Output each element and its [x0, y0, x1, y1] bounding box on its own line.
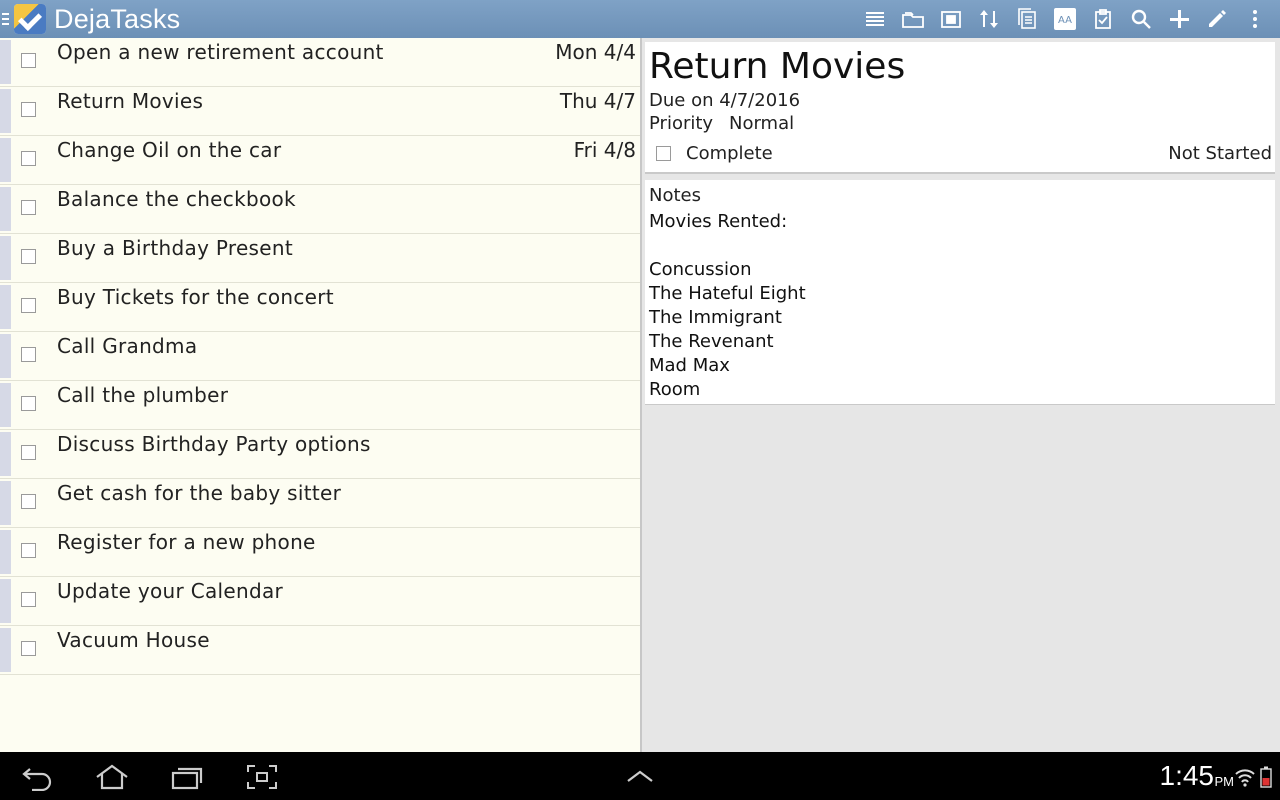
- notes-text: Movies Rented: Concussion The Hateful Ei…: [649, 211, 806, 400]
- copy-icon[interactable]: [932, 0, 970, 38]
- task-checkbox[interactable]: [21, 592, 36, 607]
- task-title: Call Grandma: [57, 334, 198, 358]
- task-checkbox[interactable]: [21, 151, 36, 166]
- drag-handle[interactable]: [0, 187, 11, 231]
- task-due-date: Thu 4/7: [559, 89, 636, 113]
- drag-handle[interactable]: [0, 40, 11, 84]
- task-checkbox[interactable]: [21, 53, 36, 68]
- drag-handle[interactable]: [0, 481, 11, 525]
- battery-icon: [1260, 766, 1272, 788]
- task-checkbox[interactable]: [21, 102, 36, 117]
- task-row[interactable]: Open a new retirement account Mon 4/4: [0, 38, 640, 87]
- task-row[interactable]: Change Oil on the car Fri 4/8: [0, 136, 640, 185]
- action-bar: DejaTasks AA: [0, 0, 1280, 38]
- task-row[interactable]: Register for a new phone: [0, 528, 640, 577]
- app-title: DejaTasks: [54, 3, 181, 34]
- task-row[interactable]: Discuss Birthday Party options: [0, 430, 640, 479]
- complete-checkbox[interactable]: [656, 146, 671, 161]
- task-title: Register for a new phone: [57, 530, 316, 554]
- drag-handle[interactable]: [0, 89, 11, 133]
- pages-icon[interactable]: [1008, 0, 1046, 38]
- recent-apps-icon[interactable]: [165, 760, 209, 794]
- clock[interactable]: 1:45: [1160, 760, 1215, 792]
- task-checkbox[interactable]: [21, 445, 36, 460]
- font-size-icon[interactable]: AA: [1046, 0, 1084, 38]
- task-row[interactable]: Vacuum House: [0, 626, 640, 675]
- task-title: Change Oil on the car: [57, 138, 282, 162]
- task-row[interactable]: Update your Calendar: [0, 577, 640, 626]
- complete-label[interactable]: Complete: [686, 143, 773, 164]
- task-row[interactable]: Return Movies Thu 4/7: [0, 87, 640, 136]
- edit-icon[interactable]: [1198, 0, 1236, 38]
- checklist-icon[interactable]: [1084, 0, 1122, 38]
- overflow-menu-icon[interactable]: [1236, 0, 1274, 38]
- wifi-icon: [1235, 769, 1255, 787]
- svg-text:AA: AA: [1058, 15, 1072, 26]
- drag-handle[interactable]: [0, 432, 11, 476]
- add-icon[interactable]: [1160, 0, 1198, 38]
- notes-label: Notes: [649, 185, 701, 206]
- task-checkbox[interactable]: [21, 396, 36, 411]
- task-checkbox[interactable]: [21, 249, 36, 264]
- pane-divider[interactable]: [640, 38, 642, 752]
- task-checkbox[interactable]: [21, 298, 36, 313]
- clock-ampm: PM: [1214, 774, 1235, 789]
- task-title: Open a new retirement account: [57, 40, 384, 64]
- task-title: Get cash for the baby sitter: [57, 481, 342, 505]
- screenshot-icon[interactable]: [240, 760, 284, 794]
- task-checkbox[interactable]: [21, 543, 36, 558]
- drag-handle[interactable]: [0, 138, 11, 182]
- task-checkbox[interactable]: [21, 641, 36, 656]
- notes-panel[interactable]: Notes Movies Rented: Concussion The Hate…: [645, 180, 1275, 405]
- drawer-menu-icon[interactable]: [2, 13, 12, 25]
- search-icon[interactable]: [1122, 0, 1160, 38]
- home-icon[interactable]: [90, 760, 134, 794]
- system-nav-bar: 1:45 PM: [0, 752, 1280, 800]
- task-row[interactable]: Get cash for the baby sitter: [0, 479, 640, 528]
- task-title: Discuss Birthday Party options: [57, 432, 371, 456]
- task-title: Buy Tickets for the concert: [57, 285, 334, 309]
- drag-handle[interactable]: [0, 579, 11, 623]
- task-title: Balance the checkbook: [57, 187, 296, 211]
- app-logo-icon[interactable]: [14, 4, 46, 34]
- task-row[interactable]: Call the plumber: [0, 381, 640, 430]
- toolbar: AA: [856, 0, 1274, 38]
- detail-title: Return Movies: [649, 46, 906, 87]
- task-checkbox[interactable]: [21, 494, 36, 509]
- back-icon[interactable]: [16, 760, 60, 794]
- task-title: Return Movies: [57, 89, 204, 113]
- task-title: Call the plumber: [57, 383, 229, 407]
- detail-priority-value: Normal: [729, 113, 795, 134]
- drag-handle[interactable]: [0, 285, 11, 329]
- task-row[interactable]: Call Grandma: [0, 332, 640, 381]
- task-row[interactable]: Buy a Birthday Present: [0, 234, 640, 283]
- chevron-up-icon[interactable]: [618, 760, 662, 794]
- drag-handle[interactable]: [0, 628, 11, 672]
- detail-due-date: Due on 4/7/2016: [649, 90, 801, 111]
- task-title: Update your Calendar: [57, 579, 284, 603]
- list-icon[interactable]: [856, 0, 894, 38]
- task-checkbox[interactable]: [21, 200, 36, 215]
- task-detail-header: Return Movies Due on 4/7/2016 Priority N…: [645, 42, 1275, 174]
- drag-handle[interactable]: [0, 236, 11, 280]
- drag-handle[interactable]: [0, 383, 11, 427]
- drag-handle[interactable]: [0, 530, 11, 574]
- status-label: Not Started: [1168, 143, 1272, 164]
- task-title: Vacuum House: [57, 628, 210, 652]
- task-list: Open a new retirement account Mon 4/4 Re…: [0, 38, 640, 752]
- task-checkbox[interactable]: [21, 347, 36, 362]
- task-row[interactable]: Balance the checkbook: [0, 185, 640, 234]
- task-title: Buy a Birthday Present: [57, 236, 294, 260]
- task-row[interactable]: Buy Tickets for the concert: [0, 283, 640, 332]
- sort-icon[interactable]: [970, 0, 1008, 38]
- task-due-date: Mon 4/4: [555, 40, 636, 64]
- folder-icon[interactable]: [894, 0, 932, 38]
- detail-priority-label: Priority: [649, 113, 714, 134]
- drag-handle[interactable]: [0, 334, 11, 378]
- task-due-date: Fri 4/8: [573, 138, 636, 162]
